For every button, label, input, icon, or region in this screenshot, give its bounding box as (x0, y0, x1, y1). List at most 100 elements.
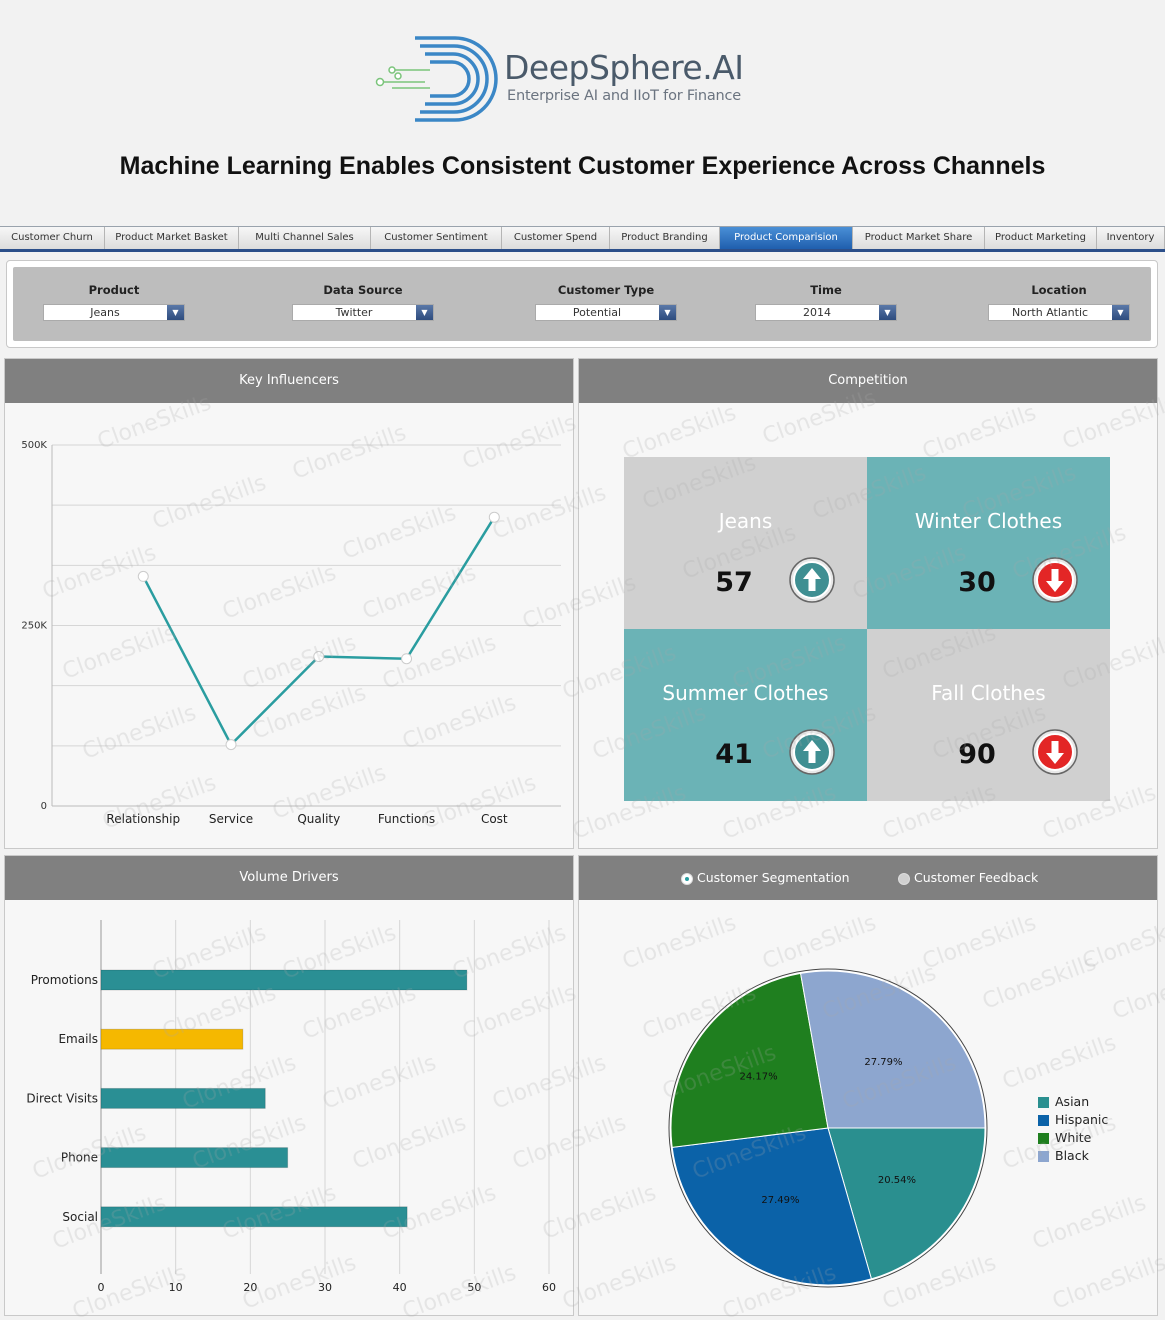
customer-type-select[interactable]: Potential ▼ (535, 304, 677, 321)
tab-product-market-share[interactable]: Product Market Share (853, 227, 985, 249)
tab-customer-spend[interactable]: Customer Spend (502, 227, 610, 249)
filter-label: Location (1031, 283, 1087, 297)
bar (100, 1206, 408, 1228)
tab-inventory[interactable]: Inventory (1097, 227, 1165, 249)
x-tick-label: 20 (243, 1281, 257, 1294)
radio-label[interactable]: Customer Segmentation (697, 856, 850, 900)
tile-value: 41 (715, 739, 753, 770)
x-tick-label: Cost (481, 812, 508, 826)
legend-item[interactable]: White (1038, 1129, 1108, 1147)
legend-swatch (1038, 1114, 1049, 1126)
x-tick-label: Relationship (106, 812, 180, 826)
tab-customer-churn[interactable]: Customer Churn (0, 227, 105, 249)
category-label: Direct Visits (26, 1091, 98, 1105)
filter-data-source: Data Source Twitter ▼ (288, 283, 438, 321)
time-select[interactable]: 2014 ▼ (755, 304, 897, 321)
competition-tile-jeans[interactable]: Jeans 57 (624, 457, 867, 629)
data-point (313, 651, 325, 663)
data-point (401, 653, 413, 665)
competition-tile-winter-clothes[interactable]: Winter Clothes 30 (867, 457, 1110, 629)
select-value: Potential (572, 306, 622, 319)
volume-drivers-panel: Volume Drivers 0 10 20 30 40 50 60 Promotions Em… (4, 855, 574, 1316)
dropdown-arrow-icon[interactable]: ▼ (659, 305, 676, 320)
category-label: Promotions (31, 973, 98, 987)
filter-label: Customer Type (557, 283, 655, 297)
select-value: Twitter (335, 306, 373, 319)
x-tick-label: Functions (378, 812, 435, 826)
x-tick-label: Service (209, 812, 253, 826)
pie-slice (800, 970, 986, 1129)
filter-label: Time (810, 283, 842, 297)
segmentation-toggle: Customer Segmentation Customer Feedback (579, 856, 1157, 900)
brand-name: DeepSphere.AI (504, 48, 744, 87)
slice-label: 27.79% (864, 1057, 902, 1068)
competition-tile-summer-clothes[interactable]: Summer Clothes 41 (624, 629, 867, 801)
panel-title: Key Influencers (5, 359, 573, 403)
tile-name: Winter Clothes (914, 509, 1063, 533)
data-point (488, 511, 500, 523)
customer-feedback-radio[interactable] (898, 873, 910, 885)
legend-swatch (1038, 1150, 1049, 1162)
location-select[interactable]: North Atlantic ▼ (988, 304, 1130, 321)
tile-value: 57 (715, 567, 753, 598)
legend-label: Black (1055, 1148, 1089, 1163)
dropdown-arrow-icon[interactable]: ▼ (1112, 305, 1129, 320)
tile-name: Fall Clothes (931, 681, 1046, 705)
tab-product-comparision[interactable]: Product Comparision (720, 227, 853, 249)
category-label: Social (62, 1210, 98, 1224)
product-select[interactable]: Jeans ▼ (43, 304, 185, 321)
filter-label: Product (88, 283, 140, 297)
x-tick-label: 0 (98, 1281, 105, 1294)
select-value: Jeans (90, 306, 120, 319)
tab-product-market-basket[interactable]: Product Market Basket (105, 227, 239, 249)
header: DeepSphere.AI Enterprise AI and IIoT for… (0, 0, 1165, 225)
trend-up-icon (789, 557, 835, 603)
page-title: Machine Learning Enables Consistent Cust… (119, 152, 1046, 180)
pie-slice (670, 972, 829, 1148)
key-influencers-chart: 0 250K 500K Relationship Service Quality Funct… (21, 440, 561, 826)
volume-drivers-chart: 0 10 20 30 40 50 60 Promotions Emails Direct Visi… (26, 920, 556, 1294)
radio-label[interactable]: Customer Feedback (914, 856, 1038, 900)
data-source-select[interactable]: Twitter ▼ (292, 304, 434, 321)
legend-label: White (1055, 1130, 1092, 1145)
panel-title: Volume Drivers (5, 856, 573, 900)
customer-segmentation-radio[interactable] (681, 873, 693, 885)
category-label: Emails (58, 1032, 98, 1046)
legend-item[interactable]: Black (1038, 1147, 1108, 1165)
slice-label: 24.17% (739, 1072, 777, 1083)
filter-bar-inner: Product Jeans ▼ Data Source Twitter ▼ Cust… (13, 267, 1151, 341)
x-tick-label: 30 (318, 1281, 332, 1294)
panel-title: Competition (579, 359, 1157, 403)
trend-up-icon (789, 729, 835, 775)
x-tick-label: 50 (467, 1281, 481, 1294)
slice-label: 27.49% (761, 1195, 799, 1206)
data-point (137, 570, 149, 582)
filter-label: Data Source (323, 283, 403, 297)
x-tick-label: 40 (393, 1281, 407, 1294)
legend-label: Hispanic (1055, 1112, 1109, 1127)
tab-product-branding[interactable]: Product Branding (610, 227, 720, 249)
tab-customer-sentiment[interactable]: Customer Sentiment (371, 227, 502, 249)
dropdown-arrow-icon[interactable]: ▼ (879, 305, 896, 320)
dropdown-arrow-icon[interactable]: ▼ (416, 305, 433, 320)
x-tick-label: 10 (169, 1281, 183, 1294)
legend-item[interactable]: Hispanic (1038, 1111, 1108, 1129)
tab-multi-channel-sales[interactable]: Multi Channel Sales (239, 227, 371, 249)
brand-tagline: Enterprise AI and IIoT for Finance (507, 88, 742, 104)
legend-swatch (1038, 1132, 1049, 1144)
competition-tile-fall-clothes[interactable]: Fall Clothes 90 (867, 629, 1110, 801)
legend-label: Asian (1055, 1094, 1090, 1109)
legend-item[interactable]: Asian (1038, 1093, 1108, 1111)
tile-value: 90 (958, 739, 996, 770)
category-label: Phone (61, 1151, 98, 1165)
filter-bar: Product Jeans ▼ Data Source Twitter ▼ Cust… (6, 260, 1158, 348)
select-value: 2014 (803, 306, 831, 319)
tab-product-marketing[interactable]: Product Marketing (985, 227, 1097, 249)
tile-value: 30 (958, 567, 996, 598)
bar (100, 1028, 244, 1050)
filter-location: Location North Atlantic ▼ (984, 283, 1134, 321)
dropdown-arrow-icon[interactable]: ▼ (167, 305, 184, 320)
bar (100, 1087, 266, 1109)
pie-legend: Asian Hispanic White Black (1038, 1093, 1108, 1165)
customer-segmentation-pie-chart: 20.54% 27.49% 24.17% 27.79% (668, 968, 988, 1288)
